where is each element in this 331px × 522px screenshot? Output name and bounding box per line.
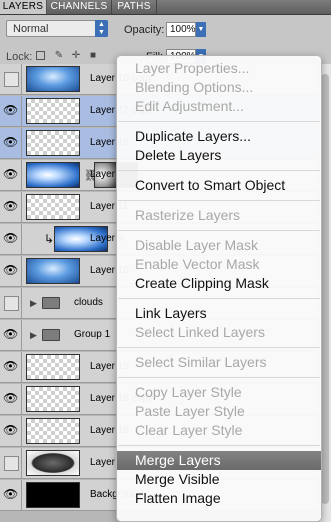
menu-separator [118,377,320,378]
clipping-arrow-icon: ↳ [44,232,55,246]
lock-position-icon[interactable]: ✛ [70,50,82,62]
visibility-toggle[interactable]: 👁 [0,160,22,190]
disclosure-triangle-icon[interactable]: ▶ [30,330,37,341]
menu-item-delete-layers[interactable]: Delete Layers [117,146,321,165]
visibility-toggle[interactable]: 👁 [0,224,22,254]
panel-tab-bar: LAYERS CHANNELS PATHS [0,0,331,15]
menu-item-clear-layer-style: Clear Layer Style [135,422,243,438]
eye-icon: 👁 [3,359,19,373]
menu-separator [118,445,320,446]
visibility-toggle[interactable] [0,448,22,478]
menu-item-flatten-image[interactable]: Flatten Image [117,489,321,508]
layer-name: clouds [74,297,103,308]
menu-item-select-linked-layers: Select Linked Layers [135,324,265,340]
menu-item-paste-layer-style: Paste Layer Style [135,403,245,419]
visibility-toggle[interactable]: 👁 [0,352,22,382]
menu-item-merge-layers[interactable]: Merge Layers [117,451,321,470]
visibility-toggle[interactable]: 👁 [0,256,22,286]
lock-all-icon[interactable]: ■ [87,50,99,62]
visibility-toggle[interactable] [0,64,22,94]
layer-name: Group 1 [74,329,111,340]
tab-layers[interactable]: LAYERS [0,0,47,14]
menu-separator [118,200,320,201]
visibility-toggle[interactable]: 👁 [0,128,22,158]
folder-icon [42,297,60,309]
visibility-empty-box [4,296,19,311]
layer-thumbnail [26,450,80,476]
visibility-empty-box [4,72,19,87]
eye-icon: 👁 [3,423,19,437]
menu-item-select-similar-layers: Select Similar Layers [135,354,267,370]
visibility-toggle[interactable]: 👁 [0,192,22,222]
visibility-toggle[interactable]: 👁 [0,96,22,126]
layer-thumbnail [26,66,80,92]
eye-icon: 👁 [3,135,19,149]
opacity-label: Opacity: [124,24,165,36]
layer-thumbnail [26,418,80,444]
eye-icon: 👁 [3,263,19,277]
visibility-toggle[interactable]: 👁 [0,416,22,446]
eye-icon: 👁 [3,167,19,181]
layer-thumbnail [26,258,80,284]
menu-item-create-clipping-mask[interactable]: Create Clipping Mask [117,274,321,293]
menu-item-convert-to-smart-object[interactable]: Convert to Smart Object [117,176,321,195]
blend-mode-value: Normal [13,23,49,35]
layer-thumbnail [26,98,80,124]
disclosure-triangle-icon[interactable]: ▶ [30,298,37,309]
lock-image-brush-icon[interactable]: ✎ [53,50,65,62]
lock-transparent-icon[interactable] [36,51,45,60]
menu-item-link-layers[interactable]: Link Layers [117,304,321,323]
menu-separator [118,170,320,171]
menu-item-merge-visible[interactable]: Merge Visible [117,470,321,489]
opacity-input[interactable]: 100% [166,22,196,37]
menu-item-layer-properties: Layer Properties... [135,60,250,76]
eye-icon: 👁 [3,487,19,501]
menu-item-enable-vector-mask: Enable Vector Mask [135,256,260,272]
lock-label: Lock: [6,51,33,63]
menu-separator [118,347,320,348]
scrollbar-thumb[interactable] [321,74,329,504]
tab-channels[interactable]: CHANNELS [47,0,112,14]
eye-icon: 👁 [3,231,19,245]
menu-item-blending-options: Blending Options... [135,79,254,95]
eye-icon: 👁 [3,327,19,341]
layer-thumbnail [26,130,80,156]
folder-icon [42,329,60,341]
layer-context-menu: Layer Properties... Blending Options... Ed… [116,55,322,522]
layer-thumbnail [26,354,80,380]
visibility-empty-box [4,456,19,471]
menu-item-edit-adjustment: Edit Adjustment... [135,98,244,114]
eye-icon: 👁 [3,199,19,213]
layer-thumbnail [26,482,80,508]
visibility-toggle[interactable]: 👁 [0,384,22,414]
visibility-toggle[interactable]: 👁 [0,480,22,510]
blend-mode-arrow-icon: ▲ ▼ [95,20,108,37]
visibility-toggle[interactable]: 👁 [0,320,22,350]
menu-separator [118,121,320,122]
visibility-toggle[interactable] [0,288,22,318]
menu-separator [118,298,320,299]
tab-paths[interactable]: PATHS [112,0,157,14]
layer-thumbnail [26,194,80,220]
layer-thumbnail [26,162,80,188]
menu-item-disable-layer-mask: Disable Layer Mask [135,237,258,253]
menu-item-copy-layer-style: Copy Layer Style [135,384,242,400]
menu-item-duplicate-layers[interactable]: Duplicate Layers... [117,127,321,146]
menu-separator [118,230,320,231]
blend-mode-select[interactable]: Normal ▲ ▼ [6,20,108,37]
opacity-dropdown-icon[interactable]: ▼ [196,22,206,37]
menu-item-rasterize-layers: Rasterize Layers [135,207,241,223]
eye-icon: 👁 [3,103,19,117]
layer-thumbnail [26,386,80,412]
eye-icon: 👁 [3,391,19,405]
